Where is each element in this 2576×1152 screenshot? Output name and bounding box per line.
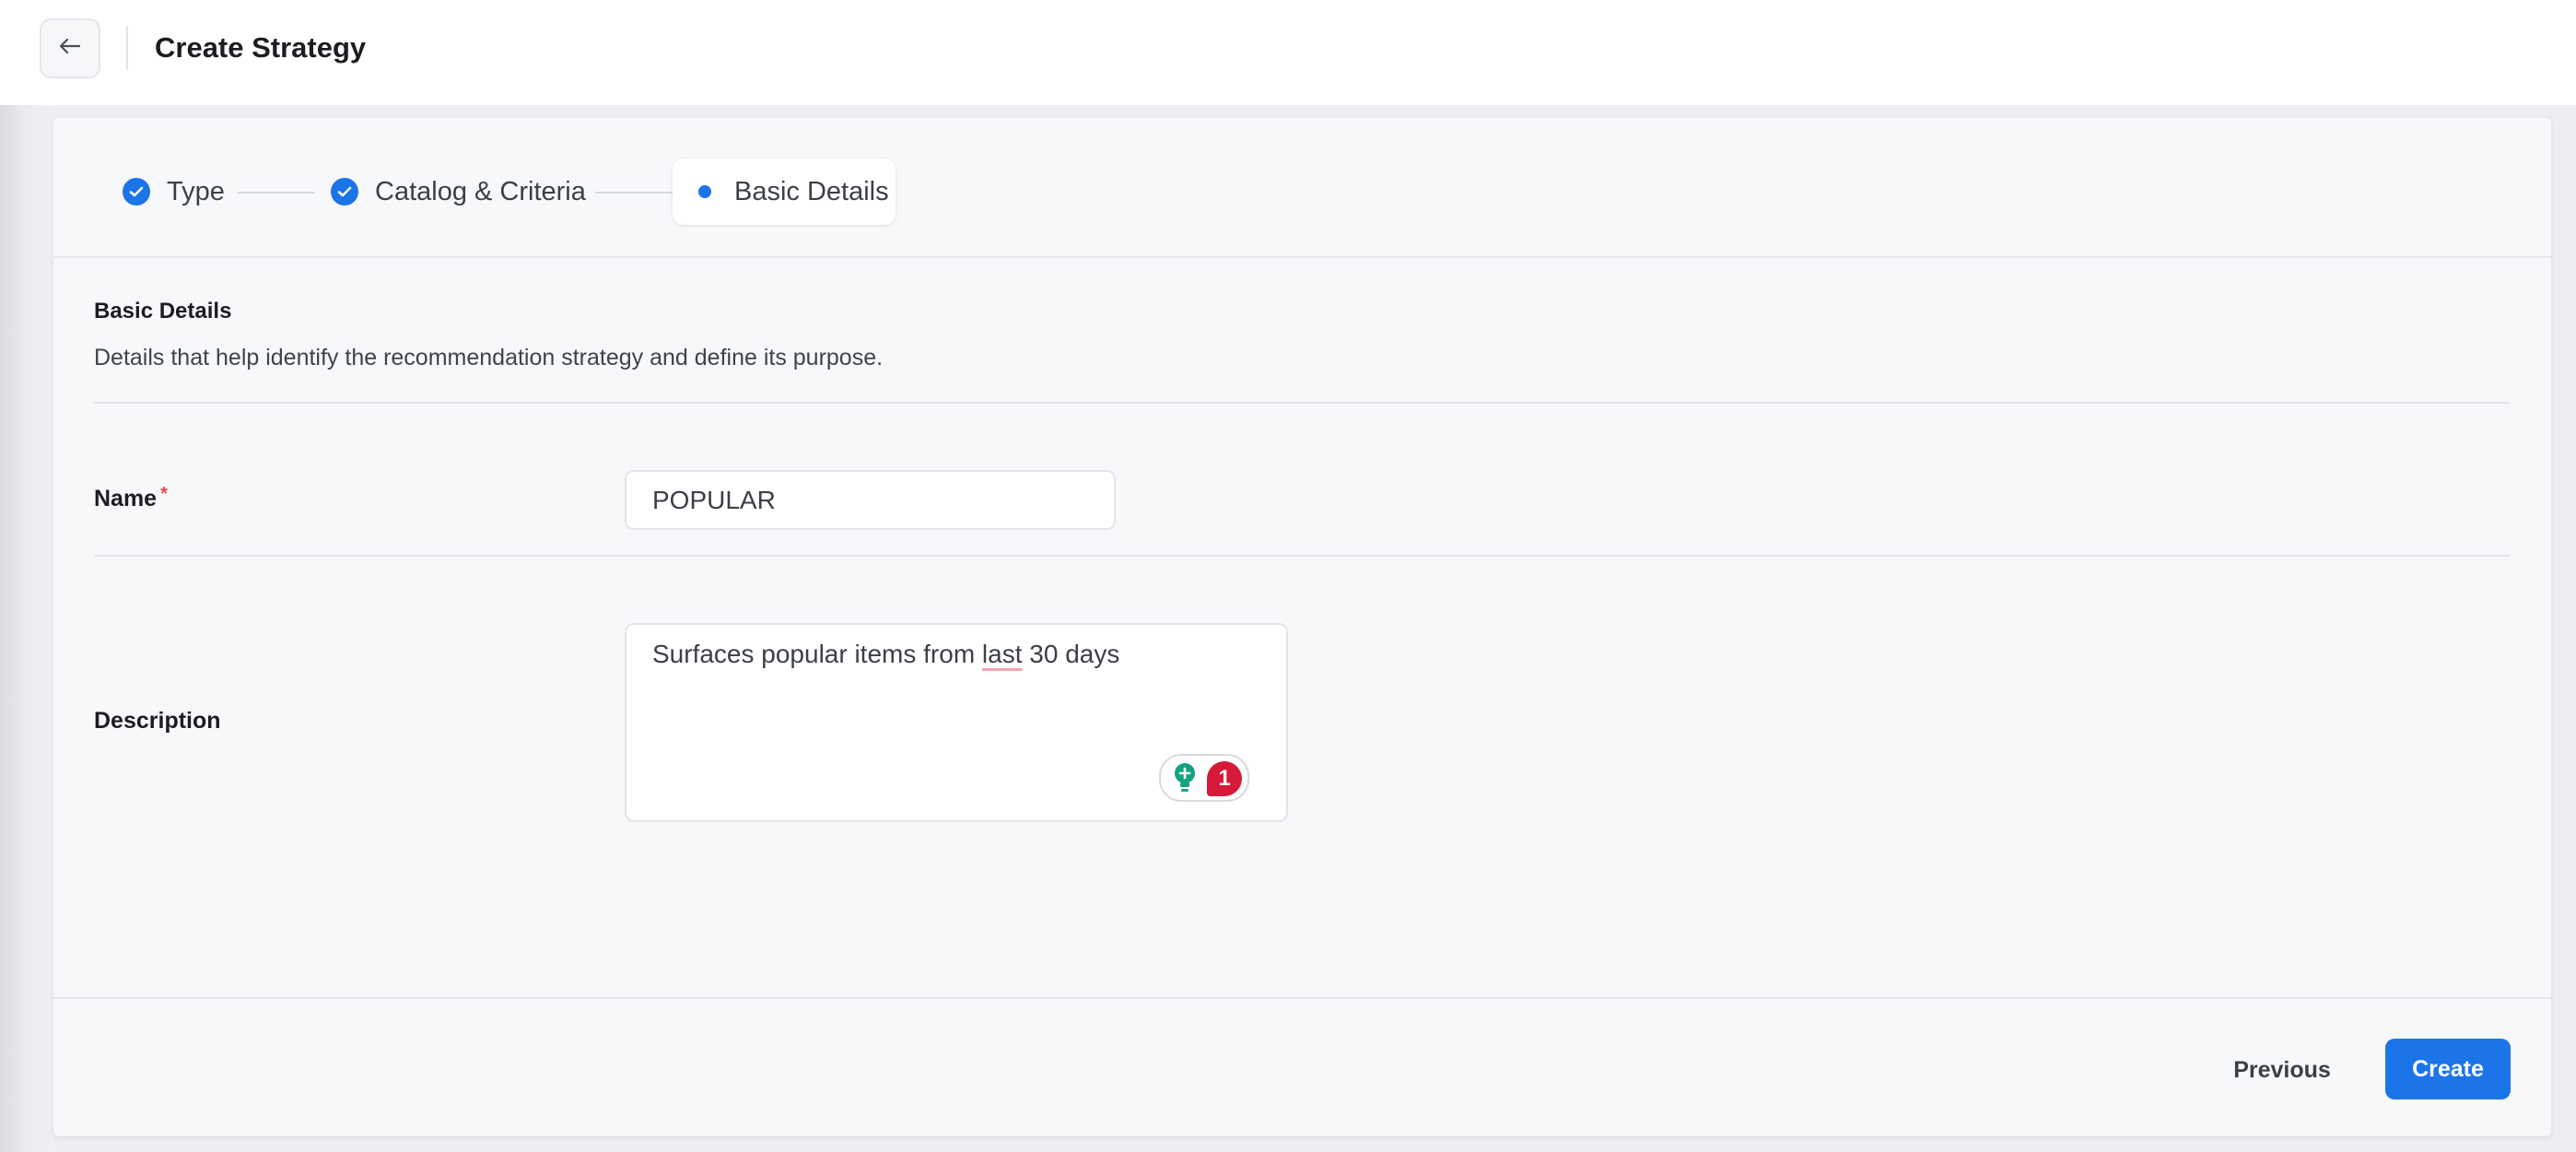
- create-button[interactable]: Create: [2385, 1039, 2511, 1099]
- description-text-part: Surfaces popular items from: [652, 640, 982, 668]
- description-textarea[interactable]: Surfaces popular items from last 30 days…: [625, 623, 1288, 822]
- check-circle-icon: [331, 178, 358, 206]
- step-label: Catalog & Criteria: [375, 176, 586, 206]
- description-text-part: 30 days: [1022, 640, 1120, 668]
- name-input[interactable]: [625, 470, 1116, 530]
- step-label: Basic Details: [734, 176, 889, 206]
- strategy-form-card: Type Catalog & Criteria Basic Details Ba…: [53, 118, 2551, 1136]
- description-text: Surfaces popular items from last 30 days: [652, 640, 1119, 669]
- section-title: Basic Details: [94, 299, 232, 323]
- step-connector: [238, 192, 315, 194]
- header-divider: [126, 26, 128, 70]
- required-mark: *: [160, 484, 168, 504]
- back-button[interactable]: [40, 18, 100, 78]
- step-type[interactable]: Type: [123, 159, 225, 225]
- top-bar: Create Strategy: [0, 0, 2576, 105]
- grammar-assistant-widget[interactable]: 1: [1159, 754, 1249, 802]
- section-description: Details that help identify the recommend…: [94, 345, 884, 370]
- step-label: Type: [167, 176, 225, 206]
- page-title: Create Strategy: [155, 31, 367, 64]
- field-divider: [94, 555, 2510, 557]
- arrow-left-icon: [59, 38, 81, 58]
- step-catalog-criteria[interactable]: Catalog & Criteria: [331, 159, 586, 225]
- name-label-text: Name: [94, 486, 158, 511]
- name-label: Name *: [94, 484, 168, 512]
- left-edge-shadow: [0, 105, 53, 1152]
- section-divider: [94, 402, 2510, 404]
- form-footer: [53, 997, 2551, 1136]
- description-label: Description: [94, 708, 221, 734]
- dot-icon: [698, 185, 711, 198]
- stepper: Type Catalog & Criteria Basic Details: [53, 118, 2551, 258]
- issue-count-badge: 1: [1207, 761, 1242, 796]
- lightbulb-icon: [1170, 761, 1200, 794]
- spelling-flagged-word[interactable]: last: [982, 640, 1023, 668]
- previous-button[interactable]: Previous: [2228, 1041, 2336, 1099]
- step-connector: [595, 192, 673, 194]
- step-basic-details[interactable]: Basic Details: [673, 159, 896, 225]
- check-circle-icon: [123, 178, 150, 206]
